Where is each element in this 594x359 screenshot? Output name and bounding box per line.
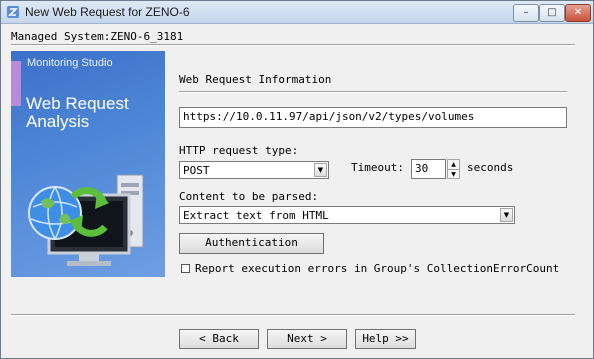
footer-divider	[11, 314, 575, 316]
report-errors-checkbox[interactable]	[181, 264, 190, 273]
header-divider	[11, 44, 575, 46]
maximize-button[interactable]: □	[539, 4, 565, 22]
http-type-value: POST	[183, 164, 210, 177]
spin-up-icon[interactable]: ▲	[448, 160, 459, 170]
authentication-button[interactable]: Authentication	[179, 233, 324, 254]
timeout-spinner[interactable]: ▲ ▼	[447, 159, 460, 179]
wizard-banner: Monitoring Studio Web Request Analysis	[11, 51, 165, 277]
spin-down-icon[interactable]: ▼	[448, 170, 459, 179]
title-bar[interactable]: New Web Request for ZENO-6 – □ ✕	[1, 1, 593, 24]
minimize-button[interactable]: –	[513, 4, 539, 22]
content-value: Extract text from HTML	[183, 209, 329, 222]
url-input-value: https://10.0.11.97/api/json/v2/types/vol…	[183, 110, 475, 123]
chevron-down-icon[interactable]: ▼	[314, 163, 327, 177]
http-type-label: HTTP request type:	[179, 144, 299, 157]
next-button[interactable]: Next >	[267, 329, 347, 349]
content-label: Content to be parsed:	[179, 190, 319, 203]
timeout-value: 30	[415, 162, 429, 175]
timeout-label: Timeout:	[351, 161, 404, 174]
chevron-down-icon[interactable]: ▼	[500, 208, 513, 222]
timeout-unit: seconds	[467, 161, 514, 174]
content-select[interactable]: Extract text from HTML ▼	[179, 206, 515, 224]
timeout-input[interactable]: 30	[411, 159, 446, 179]
dialog-window: New Web Request for ZENO-6 – □ ✕ Managed…	[0, 0, 594, 359]
section-title: Web Request Information	[179, 73, 332, 86]
help-button[interactable]: Help >>	[355, 329, 416, 349]
managed-system-label: Managed System:ZENO-6_3181	[11, 30, 184, 43]
http-type-select[interactable]: POST ▼	[179, 161, 329, 179]
app-icon	[7, 6, 19, 18]
banner-illustration	[28, 174, 144, 266]
close-button[interactable]: ✕	[565, 4, 591, 22]
url-input[interactable]: https://10.0.11.97/api/json/v2/types/vol…	[179, 107, 567, 128]
window-title: New Web Request for ZENO-6	[25, 5, 190, 19]
report-errors-label: Report execution errors in Group's Colle…	[195, 262, 560, 275]
back-button[interactable]: < Back	[179, 329, 259, 349]
section-divider	[179, 91, 567, 93]
